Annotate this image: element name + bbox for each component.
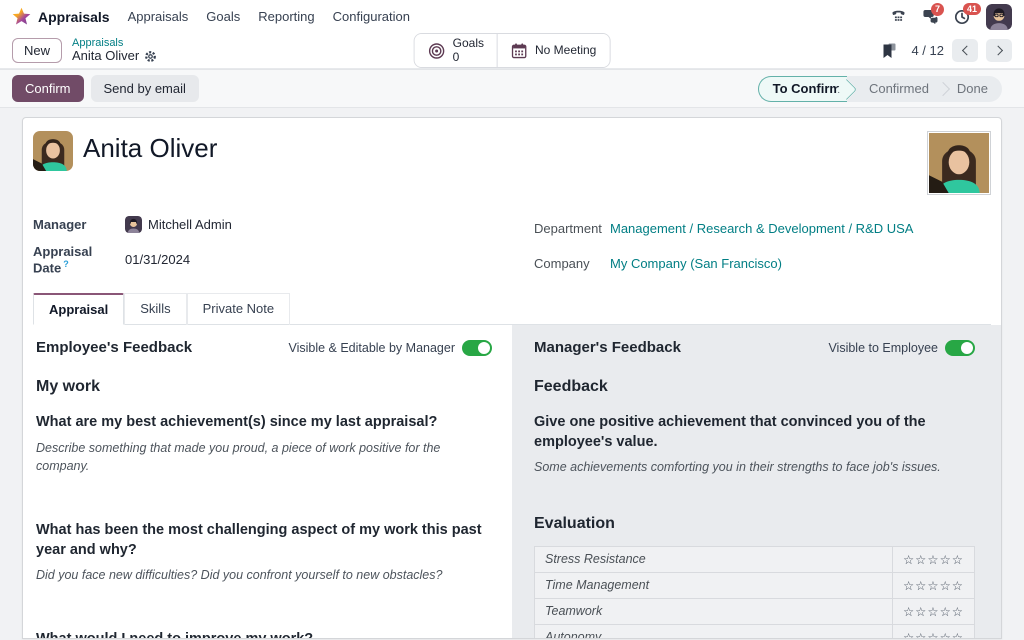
evaluation-label-stress-resistance: Stress Resistance: [535, 546, 893, 572]
record-name[interactable]: Anita Oliver: [83, 133, 217, 164]
table-row: Teamwork ☆☆☆☆☆: [535, 598, 975, 624]
table-row: Stress Resistance ☆☆☆☆☆: [535, 546, 975, 572]
employee-photo[interactable]: [927, 131, 991, 195]
question-most-challenging: What has been the most challenging aspec…: [36, 521, 492, 560]
new-button[interactable]: New: [12, 38, 62, 63]
pager-previous-button[interactable]: [952, 39, 978, 62]
manager-avatar: [125, 216, 142, 233]
appraisal-date-label: Appraisal Date?: [33, 244, 125, 275]
employee-visibility-toggle[interactable]: [462, 340, 492, 356]
question-improve-work: What would I need to improve my work?: [36, 630, 492, 639]
evaluation-label-teamwork: Teamwork: [535, 598, 893, 624]
tab-appraisal[interactable]: Appraisal: [33, 293, 124, 325]
manager-field[interactable]: Mitchell Admin: [125, 216, 512, 233]
app-name[interactable]: Appraisals: [38, 9, 110, 25]
hint-best-achievements[interactable]: Describe something that made you proud, …: [36, 439, 492, 475]
company-field[interactable]: My Company (San Francisco): [610, 256, 991, 271]
nav-item-goals[interactable]: Goals: [206, 9, 240, 24]
manager-label: Manager: [33, 217, 125, 232]
field-group-right: Department Management / Research & Devel…: [512, 216, 991, 275]
table-row: Time Management ☆☆☆☆☆: [535, 572, 975, 598]
evaluation-table: Stress Resistance ☆☆☆☆☆ Time Management …: [534, 546, 975, 639]
manager-feedback-panel: Manager's Feedback Visible to Employee F…: [512, 325, 1001, 638]
company-label: Company: [534, 256, 610, 271]
stage-selector: To Confirm Confirmed Done: [758, 76, 1002, 102]
department-field[interactable]: Management / Research & Development / R&…: [610, 221, 991, 236]
feedback-heading: Feedback: [534, 378, 975, 396]
employee-feedback-title: Employee's Feedback: [36, 339, 192, 356]
evaluation-heading: Evaluation: [534, 515, 975, 533]
manager-value: Mitchell Admin: [148, 217, 232, 232]
gear-icon[interactable]: [144, 50, 157, 63]
messages-count-badge: 7: [931, 3, 944, 16]
form-sheet: Anita Oliver Manager: [22, 117, 1002, 639]
status-bar: Confirm Send by email To Confirm Confirm…: [0, 69, 1024, 108]
chevron-left-icon: [961, 46, 971, 56]
goals-label: Goals: [453, 36, 484, 50]
question-positive-achievement: Give one positive achievement that convi…: [534, 413, 975, 452]
stat-buttons: Goals 0 No Meeting: [414, 33, 611, 69]
messages-icon[interactable]: 7: [922, 9, 938, 24]
appraisals-logo-icon: [12, 7, 31, 26]
star-rating-autonomy[interactable]: ☆☆☆☆☆: [892, 624, 974, 639]
main-content: Anita Oliver Manager: [0, 108, 1024, 639]
stage-confirmed[interactable]: Confirmed: [847, 76, 943, 102]
question-best-achievements: What are my best achievement(s) since my…: [36, 413, 492, 433]
chevron-right-icon: [993, 46, 1003, 56]
evaluation-label-autonomy: Autonomy: [535, 624, 893, 639]
manager-visibility-label: Visible to Employee: [828, 341, 938, 355]
my-work-heading: My work: [36, 378, 492, 396]
stage-done[interactable]: Done: [943, 76, 1002, 102]
confirm-button[interactable]: Confirm: [12, 75, 84, 102]
nav-item-reporting[interactable]: Reporting: [258, 9, 314, 24]
send-by-email-button[interactable]: Send by email: [91, 75, 199, 102]
bookmark-icon[interactable]: [881, 43, 897, 59]
manager-feedback-title: Manager's Feedback: [534, 339, 681, 356]
meeting-stat-button[interactable]: No Meeting: [497, 34, 609, 68]
appraisal-date-field[interactable]: 01/31/2024: [125, 252, 512, 267]
voip-phone-icon[interactable]: [891, 9, 906, 24]
goals-value: 0: [453, 50, 460, 64]
field-group-left: Manager Mitchell Admin Appraisal: [33, 216, 512, 275]
employee-avatar[interactable]: [33, 131, 73, 171]
app-brand[interactable]: Appraisals: [12, 7, 110, 26]
help-icon[interactable]: ?: [63, 259, 69, 269]
target-icon: [428, 42, 446, 60]
nav-item-configuration[interactable]: Configuration: [333, 9, 410, 24]
hint-positive-achievement[interactable]: Some achievements comforting you in thei…: [534, 458, 975, 476]
pager-next-button[interactable]: [986, 39, 1012, 62]
stage-to-confirm[interactable]: To Confirm: [758, 76, 847, 102]
department-label: Department: [534, 221, 610, 236]
activities-clock-icon[interactable]: 41: [954, 9, 970, 25]
table-row: Autonomy ☆☆☆☆☆: [535, 624, 975, 639]
hint-most-challenging[interactable]: Did you face new difficulties? Did you c…: [36, 566, 492, 584]
notebook-tabs: Appraisal Skills Private Note: [33, 292, 991, 325]
control-panel: New Appraisals Anita Oliver Goals 0: [0, 33, 1024, 69]
calendar-icon: [511, 42, 528, 59]
activities-count-badge: 41: [963, 3, 981, 16]
tab-skills[interactable]: Skills: [124, 293, 186, 325]
nav-item-appraisals[interactable]: Appraisals: [128, 9, 189, 24]
breadcrumb: Appraisals Anita Oliver: [72, 37, 157, 63]
star-rating-teamwork[interactable]: ☆☆☆☆☆: [892, 598, 974, 624]
star-rating-stress-resistance[interactable]: ☆☆☆☆☆: [892, 546, 974, 572]
tab-private-note[interactable]: Private Note: [187, 293, 291, 325]
manager-visibility-toggle[interactable]: [945, 340, 975, 356]
star-rating-time-management[interactable]: ☆☆☆☆☆: [892, 572, 974, 598]
top-navbar: Appraisals Appraisals Goals Reporting Co…: [0, 0, 1024, 33]
pager: 4 / 12: [881, 39, 1012, 62]
user-avatar[interactable]: [986, 4, 1012, 30]
evaluation-label-time-management: Time Management: [535, 572, 893, 598]
breadcrumb-current: Anita Oliver: [72, 49, 139, 63]
pager-counter: 4 / 12: [911, 43, 944, 58]
meeting-label: No Meeting: [535, 44, 596, 58]
employee-visibility-label: Visible & Editable by Manager: [288, 341, 455, 355]
employee-feedback-panel: Employee's Feedback Visible & Editable b…: [23, 325, 512, 638]
goals-stat-button[interactable]: Goals 0: [415, 34, 497, 68]
